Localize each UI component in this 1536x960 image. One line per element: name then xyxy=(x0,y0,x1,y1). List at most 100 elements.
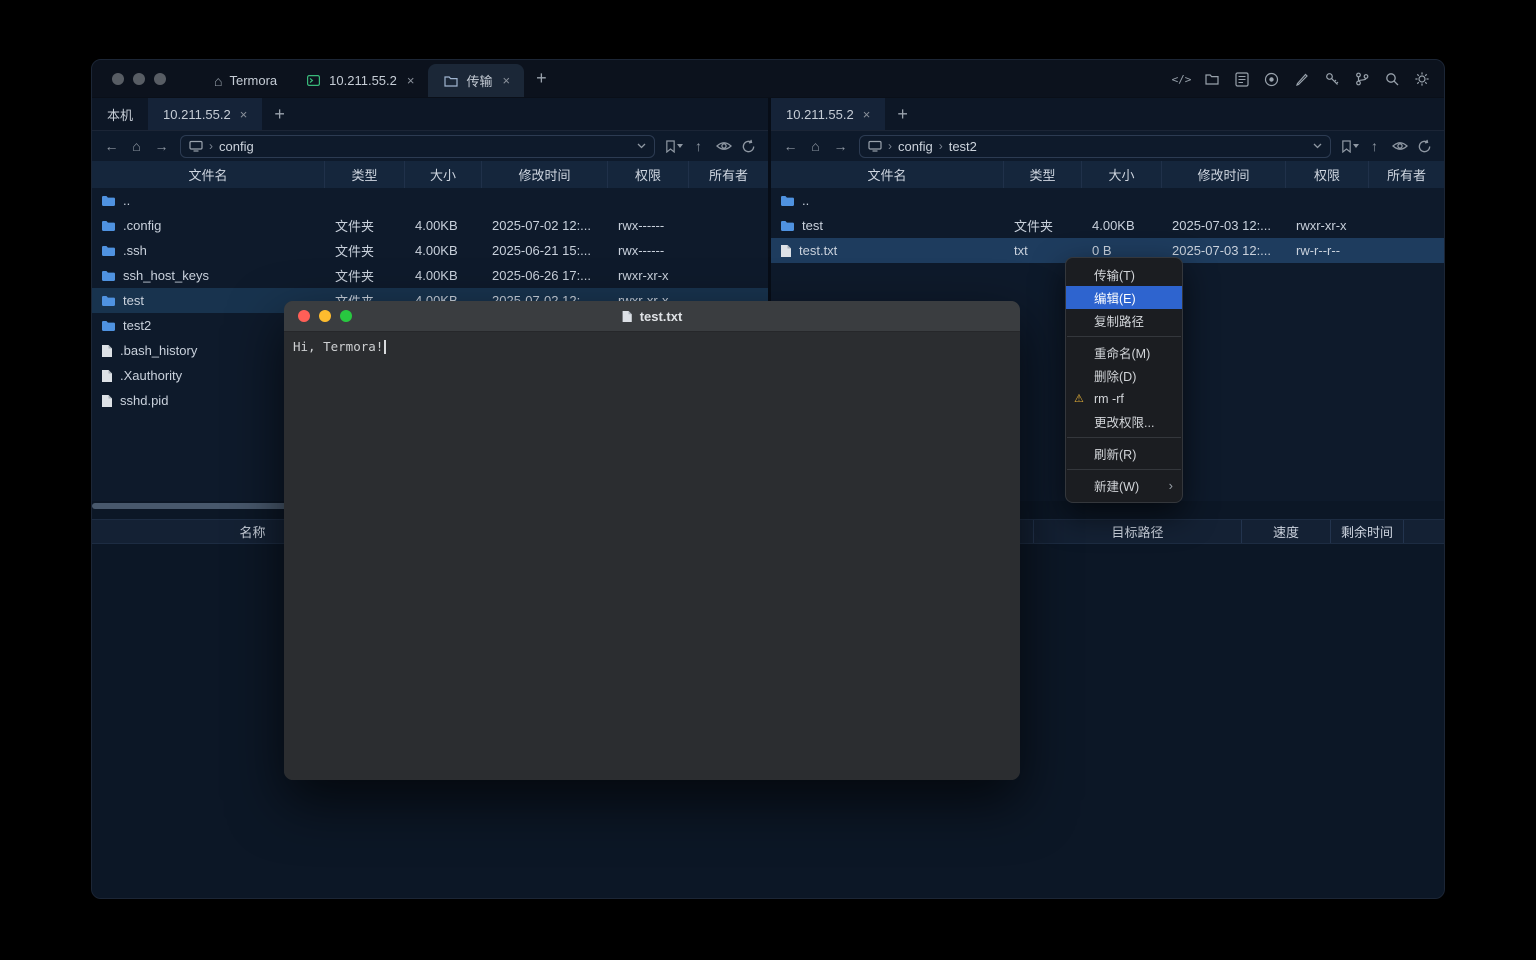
forward-button[interactable]: → xyxy=(829,138,852,154)
path-breadcrumb[interactable]: › config › test2 xyxy=(859,135,1331,158)
home-button[interactable]: ⌂ xyxy=(804,138,827,154)
close-icon[interactable]: × xyxy=(240,107,248,122)
bookmark-button[interactable] xyxy=(662,134,685,158)
log-icon[interactable] xyxy=(1233,71,1250,88)
file-row[interactable]: .. xyxy=(771,188,1444,213)
bookmark-button[interactable] xyxy=(1338,134,1361,158)
column-header-size[interactable]: 大小 xyxy=(405,161,482,188)
record-icon[interactable] xyxy=(1263,71,1280,88)
zoom-window-button[interactable] xyxy=(154,73,166,85)
file-name: .. xyxy=(802,193,809,208)
column-header-size[interactable]: 大小 xyxy=(1082,161,1162,188)
path-breadcrumb[interactable]: › config xyxy=(180,135,655,158)
menu-item-refresh[interactable]: 刷新(R) xyxy=(1066,442,1182,465)
tab-label: 传输 xyxy=(466,71,492,90)
chevron-down-icon[interactable] xyxy=(637,143,646,149)
show-hidden-files-button[interactable] xyxy=(1388,134,1411,158)
folder-icon xyxy=(780,195,795,207)
home-button[interactable]: ⌂ xyxy=(125,138,148,154)
file-type: txt xyxy=(1004,243,1082,258)
menu-item-delete[interactable]: 删除(D) xyxy=(1066,364,1182,387)
tab-transfer[interactable]: 传输 × xyxy=(428,64,524,97)
file-icon xyxy=(101,369,113,383)
context-menu: 传输(T) 编辑(E) 复制路径 重命名(M) 删除(D) ⚠ rm -rf 更… xyxy=(1065,257,1183,503)
file-name: .. xyxy=(123,193,130,208)
editor-window: test.txt Hi, Termora! xyxy=(284,301,1020,780)
close-window-button[interactable] xyxy=(112,73,124,85)
file-icon xyxy=(101,394,113,408)
editor-title-text: test.txt xyxy=(640,309,683,324)
column-header-modified[interactable]: 修改时间 xyxy=(482,161,608,188)
file-row[interactable]: .config 文件夹 4.00KB 2025-07-02 12:... rwx… xyxy=(92,213,768,238)
refresh-button[interactable] xyxy=(737,134,760,158)
breadcrumb-segment[interactable]: config xyxy=(898,139,933,154)
tab-termora-home[interactable]: ⌂ Termora xyxy=(200,64,291,97)
column-header-type[interactable]: 类型 xyxy=(325,161,405,188)
column-header-speed[interactable]: 速度 xyxy=(1242,520,1331,543)
new-panel-tab-button[interactable]: + xyxy=(885,98,920,130)
file-row[interactable]: .. xyxy=(92,188,768,213)
tab-local-machine[interactable]: 本机 xyxy=(92,98,148,130)
key-icon[interactable] xyxy=(1323,71,1340,88)
file-name: test xyxy=(123,293,144,308)
column-header-modified[interactable]: 修改时间 xyxy=(1162,161,1286,188)
breadcrumb-segment[interactable]: config xyxy=(219,139,254,154)
menu-item-copy-path[interactable]: 复制路径 xyxy=(1066,309,1182,332)
close-icon[interactable]: × xyxy=(502,73,510,88)
minimize-window-button[interactable] xyxy=(133,73,145,85)
breadcrumb-segment[interactable]: test2 xyxy=(949,139,977,154)
close-icon[interactable]: × xyxy=(407,73,415,88)
editor-titlebar[interactable]: test.txt xyxy=(284,301,1020,332)
branch-icon[interactable] xyxy=(1353,71,1370,88)
menu-item-rename[interactable]: 重命名(M) xyxy=(1066,341,1182,364)
settings-gear-icon[interactable] xyxy=(1413,71,1430,88)
column-header-type[interactable]: 类型 xyxy=(1004,161,1082,188)
back-button[interactable]: ← xyxy=(100,138,123,154)
refresh-button[interactable] xyxy=(1413,134,1436,158)
new-tab-button[interactable]: + xyxy=(524,60,559,97)
parent-directory-button[interactable]: ↑ xyxy=(687,138,710,154)
file-name: test.txt xyxy=(799,243,837,258)
menu-item-new[interactable]: 新建(W) › xyxy=(1066,474,1182,497)
column-header-permissions[interactable]: 权限 xyxy=(1286,161,1369,188)
parent-directory-button[interactable]: ↑ xyxy=(1363,138,1386,154)
forward-button[interactable]: → xyxy=(150,138,173,154)
file-name: test xyxy=(802,218,823,233)
tab-host-session[interactable]: 10.211.55.2 × xyxy=(291,64,428,97)
right-file-list: .. test 文件夹 4.00KB 2025-07-03 12:... xyxy=(771,188,1444,263)
menu-item-change-permissions[interactable]: 更改权限... xyxy=(1066,410,1182,433)
menu-item-transfer[interactable]: 传输(T) xyxy=(1066,263,1182,286)
folder-icon[interactable] xyxy=(1203,71,1220,88)
menu-item-rm-rf[interactable]: ⚠ rm -rf xyxy=(1066,387,1182,410)
column-header-permissions[interactable]: 权限 xyxy=(608,161,689,188)
new-panel-tab-button[interactable]: + xyxy=(262,98,297,130)
column-header-name[interactable]: 文件名 xyxy=(92,161,325,188)
file-size: 4.00KB xyxy=(405,243,482,258)
close-icon[interactable]: × xyxy=(863,107,871,122)
column-header-owner[interactable]: 所有者 xyxy=(1369,161,1444,188)
show-hidden-files-button[interactable] xyxy=(712,134,735,158)
back-button[interactable]: ← xyxy=(779,138,802,154)
column-header-name[interactable]: 文件名 xyxy=(771,161,1004,188)
chevron-down-icon[interactable] xyxy=(1313,143,1322,149)
zoom-window-button[interactable] xyxy=(340,310,352,322)
file-type: 文件夹 xyxy=(325,241,405,260)
close-window-button[interactable] xyxy=(298,310,310,322)
column-header-blank xyxy=(1404,520,1444,543)
file-size: 4.00KB xyxy=(1082,218,1162,233)
file-row[interactable]: .ssh 文件夹 4.00KB 2025-06-21 15:... rwx---… xyxy=(92,238,768,263)
search-icon[interactable] xyxy=(1383,71,1400,88)
menu-item-edit[interactable]: 编辑(E) xyxy=(1066,286,1182,309)
column-header-remaining-time[interactable]: 剩余时间 xyxy=(1331,520,1404,543)
edit-icon[interactable] xyxy=(1293,71,1310,88)
tab-remote-host[interactable]: 10.211.55.2 × xyxy=(148,98,262,130)
file-row[interactable]: test 文件夹 4.00KB 2025-07-03 12:... rwxr-x… xyxy=(771,213,1444,238)
minimize-window-button[interactable] xyxy=(319,310,331,322)
file-row[interactable]: ssh_host_keys 文件夹 4.00KB 2025-06-26 17:.… xyxy=(92,263,768,288)
code-icon[interactable]: </> xyxy=(1173,71,1190,88)
column-header-target-path[interactable]: 目标路径 xyxy=(1034,520,1242,543)
tab-remote-host[interactable]: 10.211.55.2 × xyxy=(771,98,885,130)
column-header-owner[interactable]: 所有者 xyxy=(689,161,768,188)
editor-text-area[interactable]: Hi, Termora! xyxy=(284,332,1020,780)
file-icon xyxy=(780,244,792,258)
